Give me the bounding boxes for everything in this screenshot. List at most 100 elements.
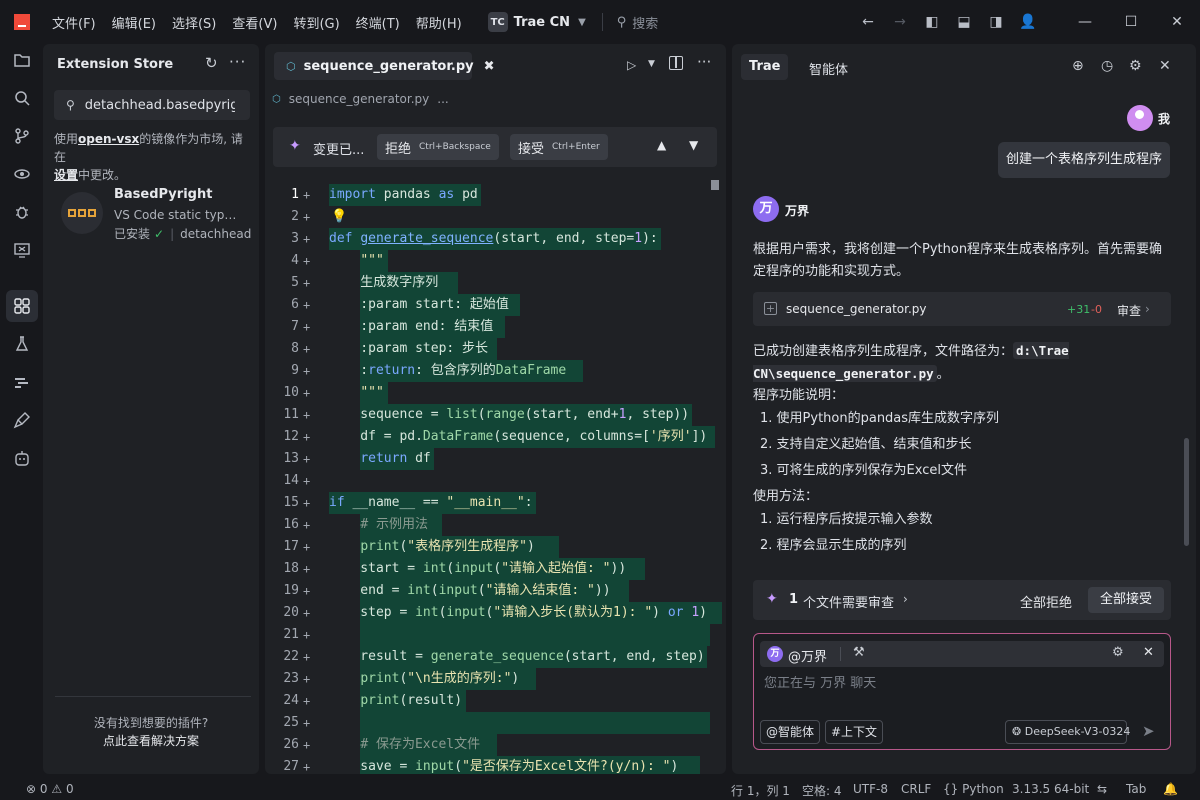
breadcrumb-more[interactable]: ...: [437, 92, 448, 106]
explorer-icon[interactable]: [6, 44, 38, 76]
accept-button[interactable]: 接受 Ctrl+Enter: [510, 134, 608, 160]
code-line[interactable]: 27 + save = input("是否保存为Excel文件?(y/n): "): [265, 756, 726, 774]
code-line[interactable]: 16 + # 示例用法: [265, 514, 726, 536]
editor-tab[interactable]: ⬡ sequence_generator.py ✖: [274, 52, 495, 80]
more-icon[interactable]: ···: [697, 53, 711, 71]
accept-all-button[interactable]: 全部接受: [1088, 587, 1164, 613]
menu-go[interactable]: 转到(G): [293, 13, 339, 32]
code-line[interactable]: 19 + end = int(input("请输入结束值: ")): [265, 580, 726, 602]
indentation[interactable]: 空格: 4: [802, 782, 842, 799]
model-selector[interactable]: ❂ DeepSeek-V3-0324: [1005, 720, 1130, 744]
search-icon[interactable]: ⚲: [617, 15, 627, 30]
run-icon[interactable]: ▷: [627, 58, 636, 72]
chevron-down-icon[interactable]: ▼: [689, 138, 698, 152]
code-line[interactable]: 25 +: [265, 712, 726, 734]
agent-mention[interactable]: @万界: [788, 646, 827, 665]
workspace-switcher[interactable]: TC Trae CN ▼: [487, 12, 586, 32]
menu-terminal[interactable]: 终端(T): [356, 13, 400, 32]
python-interpreter[interactable]: 3.13.5 64-bit: [1012, 782, 1089, 796]
code-line[interactable]: 6 + :param start: 起始值: [265, 294, 726, 316]
run-panel-icon[interactable]: [6, 234, 38, 266]
code-line[interactable]: 21 +: [265, 624, 726, 646]
more-icon[interactable]: ···: [229, 53, 246, 71]
open-vsx-link[interactable]: open-vsx: [78, 132, 139, 146]
code-line[interactable]: 15 + if __name__ == "__main__":: [265, 492, 726, 514]
code-line[interactable]: 13 + return df: [265, 448, 726, 470]
refresh-icon[interactable]: ↻: [205, 54, 218, 72]
gear-icon[interactable]: ⚙: [1129, 58, 1142, 74]
close-icon[interactable]: ✕: [1159, 58, 1171, 74]
code-line[interactable]: 5 + 生成数字序列: [265, 272, 726, 294]
line-ending[interactable]: CRLF: [901, 782, 931, 796]
send-icon[interactable]: ➤: [1142, 722, 1155, 740]
robot-icon[interactable]: [6, 442, 38, 474]
code-line[interactable]: 11 + sequence = list(range(start, end+1, …: [265, 404, 726, 426]
code-line[interactable]: 7 + :param end: 结束值: [265, 316, 726, 338]
arrow-right-icon[interactable]: →: [884, 14, 916, 30]
agent-chip-button[interactable]: @智能体: [760, 720, 821, 744]
extension-search-input[interactable]: [84, 97, 235, 113]
close-icon[interactable]: ✕: [1143, 645, 1154, 660]
close-icon[interactable]: ✖: [484, 59, 495, 74]
code-line[interactable]: 14 +: [265, 470, 726, 492]
remote-icon[interactable]: [6, 158, 38, 190]
tab-agent[interactable]: 智能体: [809, 59, 848, 78]
menu-edit[interactable]: 编辑(E): [112, 13, 156, 32]
settings-link[interactable]: 设置: [54, 168, 78, 182]
code-line[interactable]: 17 + print("表格序列生成程序"): [265, 536, 726, 558]
extensions-icon[interactable]: [6, 290, 38, 322]
code-line[interactable]: 22 + result = generate_sequence(start, en…: [265, 646, 726, 668]
testing-icon[interactable]: [6, 328, 38, 360]
code-line[interactable]: 4 + """: [265, 250, 726, 272]
tab-indicator[interactable]: Tab: [1126, 782, 1146, 796]
arrow-left-icon[interactable]: ←: [852, 14, 884, 30]
code-line[interactable]: 12 + df = pd.DataFrame(sequence, columns=…: [265, 426, 726, 448]
gear-icon[interactable]: ⚙: [1112, 645, 1124, 660]
code-line[interactable]: 24 + print(result): [265, 690, 726, 712]
menu-view[interactable]: 查看(V): [232, 13, 277, 32]
search-icon[interactable]: [6, 82, 38, 114]
context-chip-button[interactable]: #上下文: [825, 720, 884, 744]
ai-icon[interactable]: [6, 366, 38, 398]
scrollbar[interactable]: [1184, 438, 1189, 546]
language-mode[interactable]: {} Python: [943, 782, 1004, 796]
bell-icon[interactable]: 🔔: [1163, 782, 1178, 796]
breadcrumb-file[interactable]: sequence_generator.py: [289, 92, 430, 106]
problems-indicator[interactable]: ⊗ 0 ⚠ 0: [26, 782, 74, 796]
chevron-right-icon[interactable]: ›: [903, 592, 908, 606]
code-line[interactable]: 18 + start = int(input("请输入起始值: ")): [265, 558, 726, 580]
close-window-button[interactable]: ✕: [1154, 14, 1200, 30]
menu-file[interactable]: 文件(F): [52, 13, 96, 32]
code-line[interactable]: 26 + # 保存为Excel文件: [265, 734, 726, 756]
code-line[interactable]: 1 + import pandas as pd: [265, 184, 726, 206]
code-line[interactable]: 23 + print("\n生成的序列:"): [265, 668, 726, 690]
account-icon[interactable]: 👤: [1012, 14, 1044, 30]
brush-icon[interactable]: [6, 404, 38, 436]
code-line[interactable]: 9 + :return: 包含序列的DataFrame: [265, 360, 726, 382]
review-button[interactable]: 审查: [1117, 302, 1141, 319]
extension-item[interactable]: BasedPyright VS Code static type checkin…: [43, 182, 259, 242]
chevron-up-icon[interactable]: ▲: [657, 138, 666, 152]
history-icon[interactable]: ◷: [1101, 58, 1113, 74]
code-line[interactable]: 3 + def generate_sequence(start, end, step…: [265, 228, 726, 250]
code-area[interactable]: 1 + import pandas as pd 2 +3 + def generate_se…: [265, 180, 726, 774]
cursor-position[interactable]: 行 1，列 1: [731, 782, 790, 799]
tab-trae[interactable]: Trae: [741, 54, 789, 80]
layout-bottom-icon[interactable]: ⬓: [948, 14, 980, 30]
new-chat-icon[interactable]: ⊕: [1072, 58, 1084, 74]
lightbulb-icon[interactable]: 💡: [331, 206, 347, 228]
split-editor-icon[interactable]: [669, 56, 683, 70]
minimize-button[interactable]: —: [1062, 14, 1108, 30]
chat-input[interactable]: [764, 676, 1154, 691]
menu-selection[interactable]: 选择(S): [172, 13, 216, 32]
layout-left-icon[interactable]: ◧: [916, 14, 948, 30]
reject-all-button[interactable]: 全部拒绝: [1020, 592, 1072, 611]
debug-icon[interactable]: [6, 196, 38, 228]
solution-link[interactable]: 点此查看解决方案: [43, 732, 259, 749]
code-line[interactable]: 8 + :param step: 步长: [265, 338, 726, 360]
command-search[interactable]: 搜索: [632, 13, 658, 32]
review-label[interactable]: 个文件需要审查: [803, 592, 894, 611]
menu-help[interactable]: 帮助(H): [416, 13, 462, 32]
chevron-down-icon[interactable]: ▼: [648, 59, 655, 69]
code-line[interactable]: 20 + step = int(input("请输入步长(默认为1): ") or…: [265, 602, 726, 624]
